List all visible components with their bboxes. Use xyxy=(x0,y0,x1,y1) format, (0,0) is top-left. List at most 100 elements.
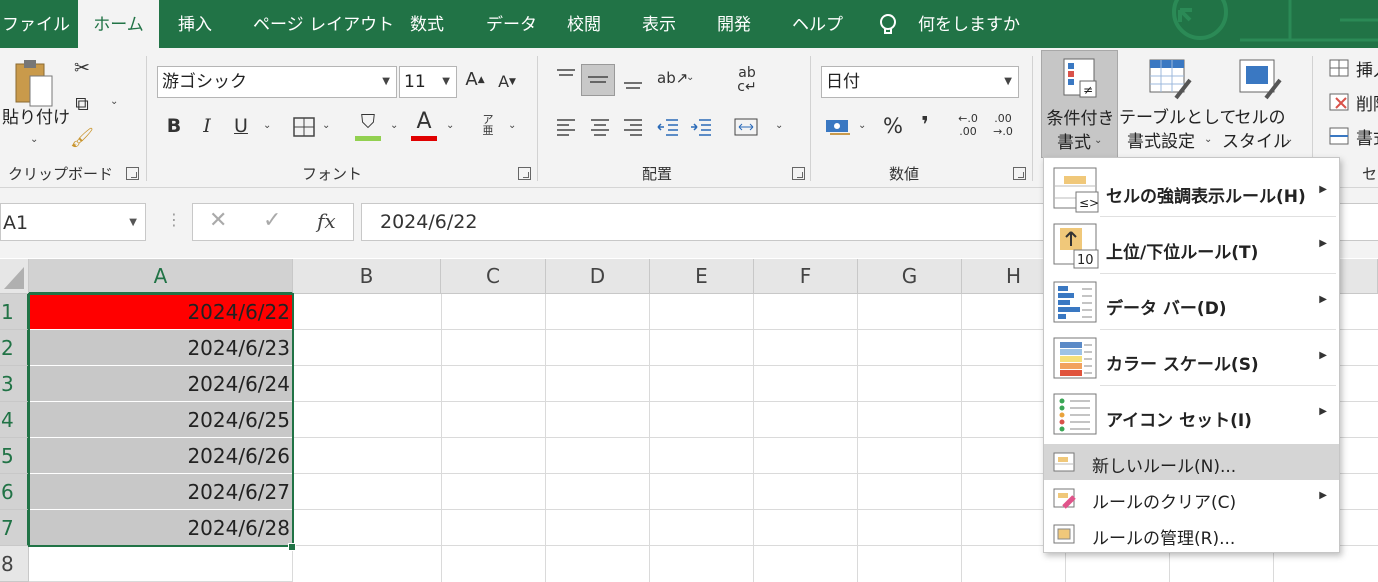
clipboard-launcher-icon[interactable] xyxy=(126,167,139,180)
number-launcher-icon[interactable] xyxy=(1013,167,1026,180)
tell-me-search[interactable]: 何をしますか xyxy=(918,0,1020,48)
tab-file[interactable]: ファイル xyxy=(2,0,70,48)
formula-bar-splitter-icon[interactable]: ⋮ xyxy=(166,210,182,229)
alignment-launcher-icon[interactable] xyxy=(792,167,805,180)
cell-a8[interactable] xyxy=(29,546,293,582)
cell-styles-label-2[interactable]: スタイル xyxy=(1222,130,1290,154)
menu-item-icon-sets[interactable]: アイコン セット(I) ▶ xyxy=(1044,386,1339,442)
wrap-text-icon[interactable]: ab c↵ xyxy=(735,66,759,94)
delete-cells-button[interactable]: 削除 xyxy=(1356,90,1378,115)
copy-dropdown-icon[interactable]: ⌄ xyxy=(110,96,118,107)
tab-review[interactable]: 校閲 xyxy=(567,0,601,48)
font-size-combo[interactable]: 11 ▼ xyxy=(399,66,457,98)
name-box[interactable]: A1 ▼ xyxy=(0,203,146,241)
select-all-button[interactable] xyxy=(0,259,29,294)
font-name-combo[interactable]: 游ゴシック ▼ xyxy=(157,66,397,98)
align-right-icon[interactable] xyxy=(621,116,645,138)
row-header-6[interactable]: 6 xyxy=(0,474,29,510)
insert-cells-button[interactable]: 挿入 xyxy=(1356,56,1378,81)
cell-styles-label-1[interactable]: セルの xyxy=(1228,106,1292,130)
enter-check-icon[interactable]: ✓ xyxy=(263,208,281,233)
format-cells-icon[interactable] xyxy=(1328,126,1350,146)
format-painter-icon[interactable]: 🖌 xyxy=(70,126,94,150)
delete-cells-icon[interactable] xyxy=(1328,92,1350,112)
tab-developer[interactable]: 開発 xyxy=(717,0,751,48)
column-header-b[interactable]: B xyxy=(293,259,441,294)
column-header-d[interactable]: D xyxy=(546,259,650,294)
menu-item-color-scales[interactable]: カラー スケール(S) ▶ xyxy=(1044,330,1339,386)
menu-item-highlight-rules[interactable]: ≤> セルの強調表示ルール(H) ▶ xyxy=(1044,160,1339,220)
column-header-e[interactable]: E xyxy=(650,259,754,294)
chevron-down-icon[interactable]: ⌄ xyxy=(508,120,516,131)
chevron-down-icon[interactable]: ⌄ xyxy=(322,120,330,131)
insert-function-icon[interactable]: fx xyxy=(317,209,336,233)
format-as-table-label-1[interactable]: テーブルとして xyxy=(1119,106,1236,130)
number-format-combo[interactable]: 日付 ▼ xyxy=(821,66,1019,98)
row-header-5[interactable]: 5 xyxy=(0,438,29,474)
tab-data[interactable]: データ xyxy=(486,0,537,48)
comma-style-button[interactable]: ❜ xyxy=(915,114,935,138)
align-left-icon[interactable] xyxy=(554,116,578,138)
fill-color-icon[interactable]: ⛉ xyxy=(356,110,380,134)
insert-cells-icon[interactable] xyxy=(1328,58,1350,78)
menu-item-new-rule[interactable]: 新しいルール(N)... xyxy=(1044,444,1339,480)
increase-font-icon[interactable]: A▲ xyxy=(463,68,487,92)
cell-styles-icon[interactable] xyxy=(1238,58,1282,102)
cancel-icon[interactable]: ✕ xyxy=(209,208,227,233)
orientation-icon[interactable]: ab↗ xyxy=(657,66,688,90)
chevron-down-icon[interactable]: ⌄ xyxy=(686,72,694,83)
format-as-table-icon[interactable] xyxy=(1148,58,1192,102)
font-launcher-icon[interactable] xyxy=(518,167,531,180)
decrease-decimal-icon[interactable]: .00 →.0 xyxy=(990,112,1016,138)
chevron-down-icon[interactable]: ⌄ xyxy=(263,120,271,131)
menu-item-data-bars[interactable]: データ バー(D) ▶ xyxy=(1044,274,1339,330)
phonetic-guide-icon[interactable]: ア亜 xyxy=(478,114,498,136)
borders-icon[interactable] xyxy=(292,116,316,138)
tab-formulas[interactable]: 数式 xyxy=(410,0,444,48)
chevron-down-icon[interactable]: ⌄ xyxy=(858,120,866,131)
column-header-g[interactable]: G xyxy=(858,259,962,294)
increase-decimal-icon[interactable]: ←.0.00 xyxy=(955,112,981,138)
chevron-down-icon[interactable]: ⌄ xyxy=(390,120,398,131)
fill-handle[interactable] xyxy=(288,543,296,551)
underline-button[interactable]: U xyxy=(229,114,253,138)
chevron-down-icon[interactable]: ⌄ xyxy=(30,134,38,145)
menu-item-manage-rules[interactable]: ルールの管理(R)... xyxy=(1044,516,1339,552)
decrease-font-icon[interactable]: A▼ xyxy=(495,70,519,94)
italic-button[interactable]: I xyxy=(195,114,219,138)
chevron-down-icon[interactable]: ⌄ xyxy=(775,120,783,131)
format-cells-button[interactable]: 書式 xyxy=(1356,124,1378,149)
align-middle-button[interactable] xyxy=(581,64,615,96)
decrease-indent-icon[interactable] xyxy=(656,116,680,138)
row-header-3[interactable]: 3 xyxy=(0,366,29,402)
menu-item-clear-rules[interactable]: ルールのクリア(C) ▶ xyxy=(1044,480,1339,516)
cut-icon[interactable]: ✂ xyxy=(70,56,94,80)
align-top-icon[interactable] xyxy=(554,66,578,88)
row-header-7[interactable]: 7 xyxy=(0,510,29,546)
tab-view[interactable]: 表示 xyxy=(642,0,676,48)
column-header-f[interactable]: F xyxy=(754,259,858,294)
column-header-a[interactable]: A xyxy=(29,259,293,294)
tab-help[interactable]: ヘルプ xyxy=(792,0,843,48)
row-header-8[interactable]: 8 xyxy=(0,546,29,582)
copy-icon[interactable]: ⧉ xyxy=(70,92,94,116)
tab-home[interactable]: ホーム xyxy=(78,0,159,48)
chevron-down-icon[interactable]: ⌄ xyxy=(446,120,454,131)
tab-insert[interactable]: 挿入 xyxy=(178,0,212,48)
format-as-table-label-2[interactable]: 書式設定 xyxy=(1119,130,1203,154)
align-center-icon[interactable] xyxy=(588,116,612,138)
merge-center-icon[interactable] xyxy=(733,116,759,138)
align-bottom-icon[interactable] xyxy=(621,66,645,92)
paste-button[interactable]: 貼り付け xyxy=(2,106,70,130)
row-header-1[interactable]: 1 xyxy=(0,294,29,330)
row-header-2[interactable]: 2 xyxy=(0,330,29,366)
menu-item-top-bottom-rules[interactable]: 10 上位/下位ルール(T) ▶ xyxy=(1044,218,1339,274)
lightbulb-icon[interactable] xyxy=(876,12,900,38)
increase-indent-icon[interactable] xyxy=(689,116,713,138)
chevron-down-icon[interactable]: ⌄ xyxy=(1204,134,1212,145)
paste-icon[interactable] xyxy=(14,58,54,108)
tab-page-layout[interactable]: ページ レイアウト xyxy=(253,0,394,48)
column-header-c[interactable]: C xyxy=(441,259,546,294)
chevron-down-icon[interactable]: ▼ xyxy=(129,204,137,242)
conditional-formatting-button[interactable]: ≠ 条件付き 書式 ⌄ xyxy=(1041,50,1118,158)
